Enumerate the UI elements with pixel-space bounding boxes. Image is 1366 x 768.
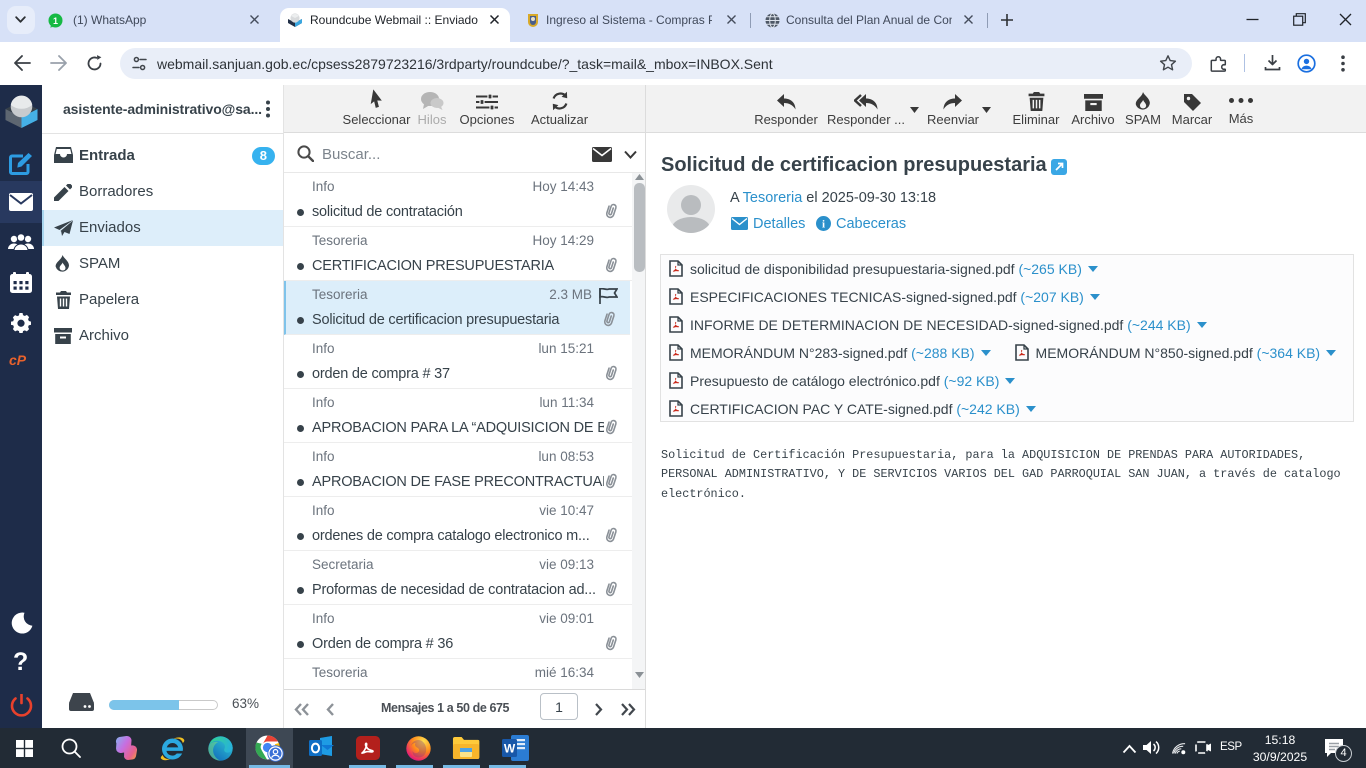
svg-text:i: i — [822, 219, 825, 231]
svg-text:1: 1 — [53, 16, 58, 26]
svg-text:W: W — [504, 742, 516, 756]
